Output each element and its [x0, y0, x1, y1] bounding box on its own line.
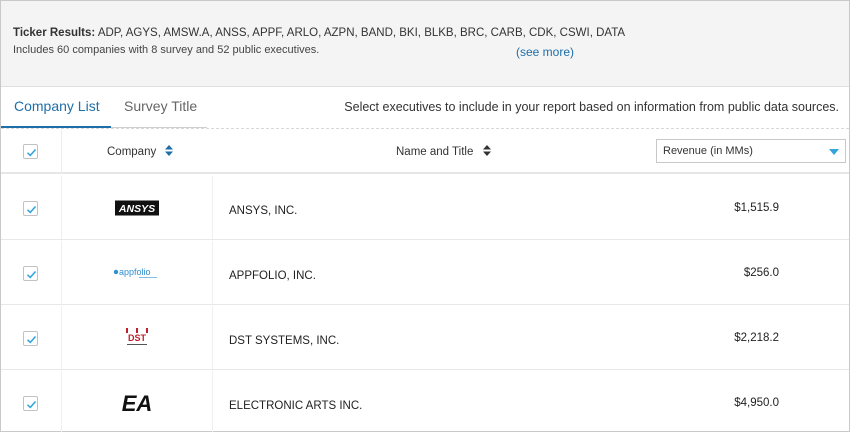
tab-bar: Company List Survey Title Select executi… — [1, 88, 849, 128]
dst-logo: DST — [126, 327, 148, 345]
company-header-label: Company — [107, 146, 157, 158]
select-all-checkbox[interactable] — [23, 144, 38, 159]
selection-instructions: Select executives to include in your rep… — [344, 100, 839, 114]
ticker-results-label: Ticker Results: — [13, 27, 96, 39]
checkmark-icon — [26, 270, 37, 279]
includes-summary: Includes 60 companies with 8 survey and … — [13, 44, 320, 56]
checkmark-icon — [26, 205, 37, 214]
revenue-value: $2,218.2 — [734, 332, 779, 344]
ansys-logo: ANSYS — [115, 200, 159, 215]
table-row[interactable]: DST DST SYSTEMS, INC. $2,218.2 — [1, 306, 849, 370]
tab-survey-title[interactable]: Survey Title — [124, 98, 197, 114]
metric-select-dropdown[interactable]: Revenue (in MMs) — [656, 139, 846, 163]
appfolio-logo: appfolio — [113, 267, 157, 278]
company-logo-cell: DST — [61, 306, 213, 369]
table-row[interactable]: ANSYS ANSYS, INC. $1,515.9 — [1, 176, 849, 240]
column-separator — [61, 130, 62, 174]
company-column-header[interactable]: Company — [107, 145, 174, 158]
row-checkbox[interactable] — [23, 396, 38, 411]
svg-text:appfolio: appfolio — [119, 267, 151, 277]
ticker-summary-panel: Ticker Results: ADP, AGYS, AMSW.A, ANSS,… — [1, 1, 849, 87]
svg-text:EA: EA — [122, 391, 153, 415]
table-header: Company Name and Title Revenue (in MMs) — [1, 130, 849, 174]
svg-text:ANSYS: ANSYS — [118, 203, 155, 215]
company-name: DST SYSTEMS, INC. — [229, 335, 340, 347]
revenue-value: $1,515.9 — [734, 202, 779, 214]
checkmark-icon — [26, 400, 37, 409]
section-divider — [1, 128, 849, 129]
ticker-results-line: Ticker Results: ADP, AGYS, AMSW.A, ANSS,… — [13, 27, 625, 39]
company-name: ANSYS, INC. — [229, 205, 298, 217]
name-title-column-header[interactable]: Name and Title — [396, 145, 491, 158]
revenue-value: $256.0 — [743, 267, 779, 279]
ea-logo: EA — [122, 391, 153, 415]
checkmark-icon — [26, 148, 37, 157]
tab-company-list[interactable]: Company List — [14, 98, 100, 114]
row-checkbox[interactable] — [23, 201, 38, 216]
table-row[interactable]: EA ELECTRONIC ARTS INC. $4,950.0 — [1, 371, 849, 432]
ticker-list: ADP, AGYS, AMSW.A, ANSS, APPF, ARLO, AZP… — [97, 27, 626, 39]
see-more-link[interactable]: (see more) — [516, 45, 574, 59]
svg-text:DST: DST — [128, 333, 147, 343]
company-name: APPFOLIO, INC. — [229, 270, 316, 282]
sort-icon — [482, 145, 491, 156]
checkmark-icon — [26, 335, 37, 344]
row-checkbox[interactable] — [23, 331, 38, 346]
row-checkbox[interactable] — [23, 266, 38, 281]
sort-icon — [165, 145, 174, 156]
table-row[interactable]: appfolio APPFOLIO, INC. $256.0 — [1, 241, 849, 305]
company-name: ELECTRONIC ARTS INC. — [229, 400, 363, 412]
company-logo-cell: EA — [61, 371, 213, 432]
revenue-value: $4,950.0 — [734, 397, 779, 409]
chevron-down-icon — [829, 149, 839, 155]
metric-select-value: Revenue (in MMs) — [663, 145, 753, 157]
company-logo-cell: appfolio — [61, 241, 213, 304]
company-logo-cell: ANSYS — [61, 176, 213, 239]
name-title-header-label: Name and Title — [396, 146, 474, 158]
